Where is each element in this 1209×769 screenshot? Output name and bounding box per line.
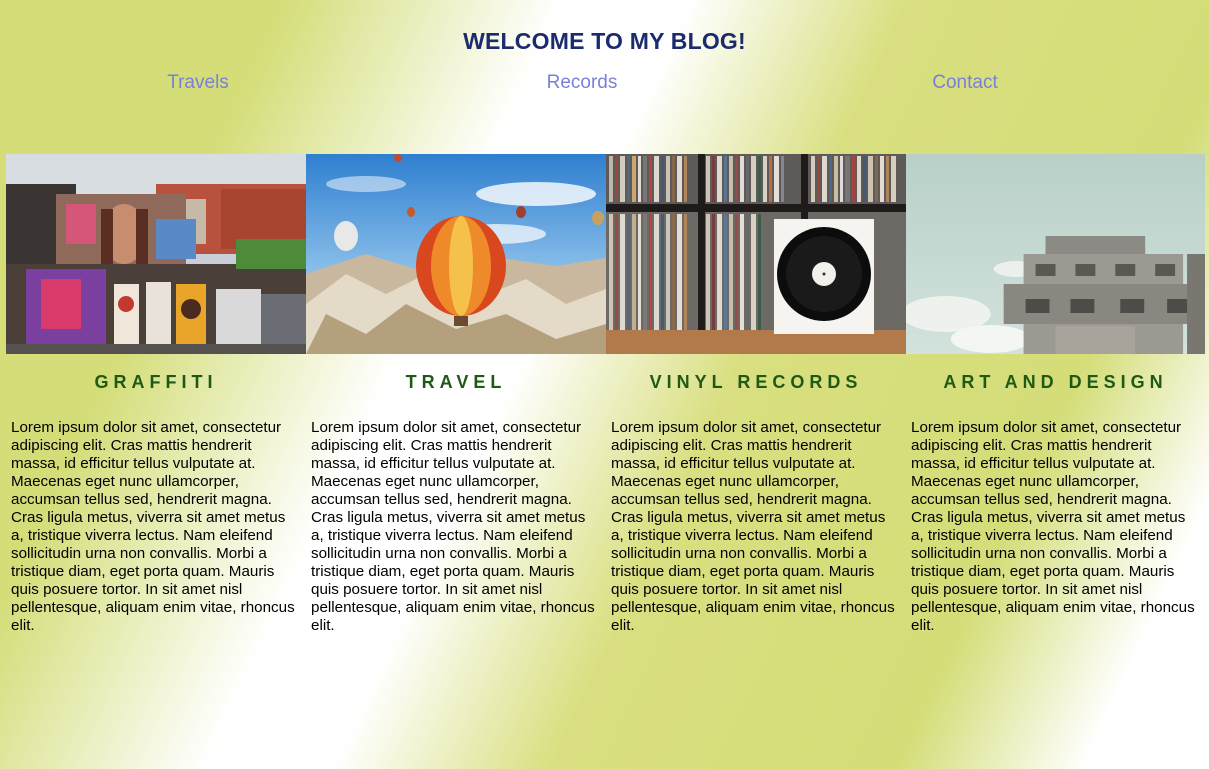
card-grid: GRAFFITI Lorem ipsum dolor sit amet, con… [6,154,1205,635]
card-text: Lorem ipsum dolor sit amet, consectetur … [11,419,295,634]
concrete-building-image [906,154,1205,354]
card-art-and-design: ART AND DESIGN Lorem ipsum dolor sit ame… [906,154,1205,635]
card-vinyl-records: VINYL RECORDS Lorem ipsum dolor sit amet… [606,154,906,635]
card-travel: TRAVEL Lorem ipsum dolor sit amet, conse… [306,154,606,635]
page-title: WELCOME TO MY BLOG! [463,28,746,54]
card-heading: TRAVEL [405,372,507,392]
vinyl-record-image [606,154,906,354]
card-text: Lorem ipsum dolor sit amet, consectetur … [611,419,895,634]
card-heading: VINYL RECORDS [649,372,863,392]
main-nav: Travels Records Contact [0,72,1209,96]
card-heading: ART AND DESIGN [943,372,1168,392]
nav-link-contact[interactable]: Contact [932,72,997,94]
card-graffiti: GRAFFITI Lorem ipsum dolor sit amet, con… [6,154,306,635]
hot-air-balloon-image [306,154,606,354]
nav-link-records[interactable]: Records [547,72,618,94]
card-text: Lorem ipsum dolor sit amet, consectetur … [911,419,1195,634]
card-heading: GRAFFITI [94,372,218,392]
card-text: Lorem ipsum dolor sit amet, consectetur … [311,419,595,634]
nav-link-travels[interactable]: Travels [167,72,229,94]
graffiti-image [6,154,306,354]
